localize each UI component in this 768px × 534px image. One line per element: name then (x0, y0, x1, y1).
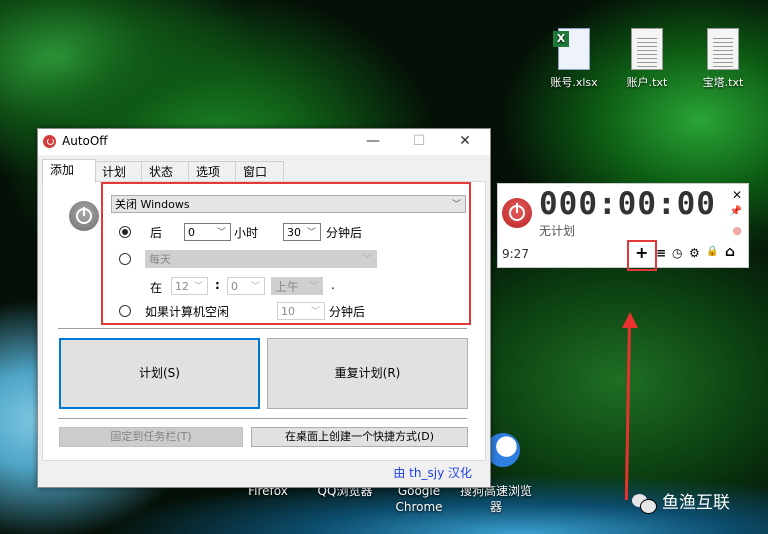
radio-after[interactable] (119, 226, 131, 238)
autooff-widget: 000:00:00 无计划 9:27 ✕ 📌 ● + ≡ ◷ ⚙ 🔒 ⌂ (497, 183, 749, 271)
chevron-down-icon: ﹀ (216, 228, 226, 238)
add-panel: 关闭 Windows ﹀ 后 0 ﹀ 小时 30 ﹀ 分钟后 每天 ﹀ 在 12 ﹀ : … (42, 181, 486, 461)
hours-select[interactable]: 0 ﹀ (184, 223, 231, 241)
desktop-icon-label: 宝塔.txt (702, 76, 744, 89)
ampm-value: 上午 (275, 280, 300, 294)
power-icon[interactable] (502, 198, 532, 228)
desktop-shortcut-button[interactable]: 在桌面上创建一个快捷方式(D) (251, 427, 468, 447)
desktop-icon-label: 账号.xlsx (550, 76, 598, 89)
current-time: 9:27 (502, 247, 529, 261)
time-colon: : (215, 278, 220, 292)
watermark: 鱼渔互联 (632, 488, 730, 514)
minimize-button[interactable]: — (350, 129, 396, 155)
divider (58, 328, 467, 329)
radio-idle[interactable] (119, 305, 131, 317)
tab-plans[interactable]: 计划 (94, 161, 143, 182)
repeat-schedule-button[interactable]: 重复计划(R) (267, 338, 468, 409)
add-icon[interactable]: + (635, 243, 648, 262)
excel-file-icon: X (553, 28, 590, 70)
pin-icon[interactable]: 📌 (730, 206, 742, 217)
pin-taskbar-button[interactable]: 固定到任务栏(T) (59, 427, 243, 447)
power-app-icon (43, 135, 56, 148)
schedule-button[interactable]: 计划(S) (59, 338, 260, 409)
widget-close-icon[interactable]: ✕ (732, 188, 742, 202)
idle-minutes-value: 10 (281, 305, 295, 318)
divider (58, 418, 467, 419)
after-label: 后 (150, 226, 163, 240)
plan-status: 无计划 (539, 224, 576, 238)
annotation-arrow (624, 319, 631, 500)
frequency-value: 每天 (149, 253, 171, 266)
title-bar[interactable]: AutoOff — ☐ ✕ (38, 129, 490, 155)
chevron-down-icon: ﹀ (308, 282, 318, 292)
list-icon[interactable]: ≡ (656, 246, 666, 260)
countdown-display: 000:00:00 (539, 186, 716, 222)
tab-add[interactable]: 添加 (42, 159, 96, 183)
maximize-button[interactable]: ☐ (396, 129, 442, 155)
window-title: AutoOff (62, 134, 108, 148)
watermark-text: 鱼渔互联 (662, 493, 730, 513)
chevron-down-icon: ﹀ (306, 228, 316, 238)
clock-icon[interactable]: ◷ (672, 246, 682, 260)
text-file-icon (707, 28, 739, 70)
idle-label: 如果计算机空闲 (145, 305, 230, 319)
minute-value: 0 (231, 280, 238, 293)
at-label: 在 (150, 281, 163, 295)
home-icon[interactable]: ⌂ (725, 244, 735, 260)
close-button[interactable]: ✕ (442, 129, 488, 155)
hour-select[interactable]: 12 ﹀ (171, 277, 208, 295)
radio-schedule[interactable] (119, 253, 131, 265)
gear-icon[interactable]: ⚙ (689, 246, 700, 260)
hour-value: 12 (175, 280, 189, 293)
power-icon (69, 201, 99, 231)
period-label: . (331, 278, 335, 292)
idle-minutes-select[interactable]: 10 ﹀ (277, 302, 325, 320)
desktop-icon-xlsx[interactable]: X 账号.xlsx (539, 28, 609, 90)
text-file-icon (631, 28, 663, 70)
minutes-select[interactable]: 30 ﹀ (283, 223, 321, 241)
minute-select[interactable]: 0 ﹀ (227, 277, 265, 295)
sogou-browser-icon[interactable] (486, 433, 520, 467)
desktop-icon-baota-txt[interactable]: 宝塔.txt (688, 28, 758, 90)
desktop-icon-label: 账户.txt (626, 76, 668, 89)
tab-options[interactable]: 选项 (188, 161, 237, 182)
idle-unit-label: 分钟后 (329, 305, 366, 319)
ampm-select[interactable]: 上午 ﹀ (271, 277, 323, 295)
chevron-down-icon: ﹀ (362, 255, 372, 265)
chevron-down-icon: ﹀ (451, 200, 461, 210)
tab-status[interactable]: 状态 (141, 161, 190, 182)
wechat-icon (632, 494, 657, 514)
hours-unit-label: 小时 (234, 226, 259, 240)
autooff-window: AutoOff — ☐ ✕ 添加 计划 状态 选项 窗口 关闭 Windows ﹀… (37, 128, 491, 488)
frequency-select[interactable]: 每天 ﹀ (145, 250, 377, 268)
drop-icon[interactable]: ● (732, 224, 742, 237)
chevron-down-icon: ﹀ (193, 282, 203, 292)
chevron-down-icon: ﹀ (310, 307, 320, 317)
hours-value: 0 (188, 226, 195, 239)
action-select-value: 关闭 Windows (115, 198, 190, 211)
translator-credit-link[interactable]: 由 th_sjy 汉化 (393, 464, 472, 481)
lock-icon[interactable]: 🔒 (706, 246, 718, 257)
action-select[interactable]: 关闭 Windows ﹀ (111, 195, 466, 213)
minutes-value: 30 (287, 226, 301, 239)
tab-window[interactable]: 窗口 (235, 161, 284, 182)
chevron-down-icon: ﹀ (250, 282, 260, 292)
desktop-icon-account-txt[interactable]: 账户.txt (612, 28, 682, 90)
annotation-arrow-head (622, 312, 638, 328)
minutes-unit-label: 分钟后 (326, 226, 363, 240)
